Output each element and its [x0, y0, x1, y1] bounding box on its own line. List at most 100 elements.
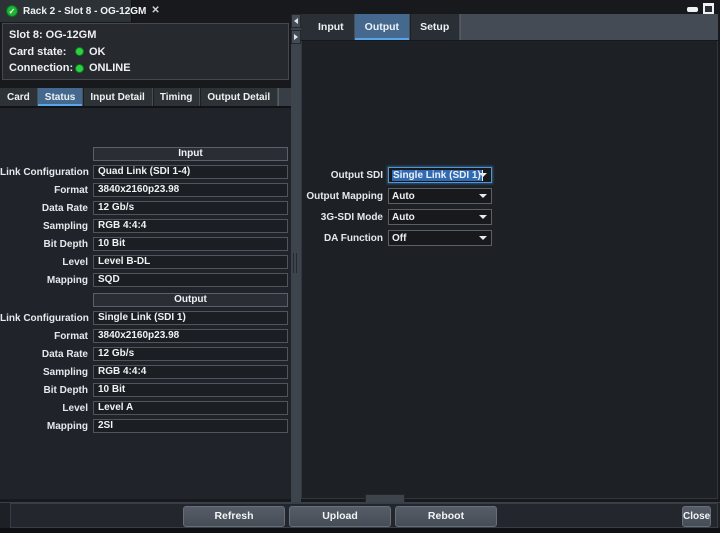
reboot-button[interactable]: Reboot [395, 506, 497, 527]
da-function-dropdown[interactable]: Off [388, 230, 492, 246]
close-button[interactable]: Close [682, 506, 711, 527]
field-label: Data Rate [0, 203, 88, 214]
table-row: Mapping SQD [0, 273, 290, 287]
field-value: 12 Gb/s [93, 347, 288, 361]
status-panel: Input Link Configuration Quad Link (SDI … [0, 107, 291, 499]
panel-splitter[interactable] [291, 14, 301, 502]
footer-bar: Refresh Upload Reboot Close [0, 502, 720, 528]
window-controls [687, 3, 714, 14]
table-row: Sampling RGB 4:4:4 [0, 365, 290, 379]
field-label: Sampling [0, 221, 88, 232]
output-form: Output SDI Single Link (SDI 1) Output Ma… [302, 167, 717, 251]
table-row: Format 3840x2160p23.98 [0, 329, 290, 343]
maximize-icon[interactable] [703, 3, 714, 14]
card-info-panel: Slot 8: OG-12GM Card state: OK Connectio… [2, 23, 289, 80]
tab-status[interactable]: Status [38, 88, 84, 106]
tab-output[interactable]: Output [355, 14, 410, 40]
field-label: Format [0, 185, 88, 196]
field-value: 2SI [93, 419, 288, 433]
dropdown-value: Auto [392, 212, 415, 223]
chevron-down-icon [479, 215, 487, 219]
form-row: DA Function Off [302, 230, 717, 246]
tab-setup[interactable]: Setup [410, 14, 460, 40]
window-bottom-edge [0, 528, 720, 533]
table-row: Mapping 2SI [0, 419, 290, 433]
upload-button[interactable]: Upload [289, 506, 391, 527]
field-label: 3G-SDI Mode [302, 212, 383, 223]
left-tabbar: Card Status Input Detail Timing Output D… [0, 88, 291, 107]
card-tab[interactable]: ✓ Rack 2 - Slot 8 - OG-12GM ✕ [0, 0, 132, 22]
output-mapping-dropdown[interactable]: Auto [388, 188, 492, 204]
field-label: Link Configuration [0, 313, 88, 324]
output-sdi-dropdown[interactable]: Single Link (SDI 1) [388, 167, 492, 183]
connection-label: Connection: [9, 62, 73, 74]
splitter-grip[interactable] [293, 253, 297, 273]
form-row: Output Mapping Auto [302, 188, 717, 204]
table-row: Level Level B-DL [0, 255, 290, 269]
collapse-left-button[interactable] [291, 14, 301, 28]
output-section-header: Output [93, 293, 288, 307]
field-value: 3840x2160p23.98 [93, 329, 288, 343]
minimize-icon[interactable] [687, 7, 698, 12]
table-row: Data Rate 12 Gb/s [0, 201, 290, 215]
field-value: 3840x2160p23.98 [93, 183, 288, 197]
field-label: Output SDI [302, 170, 383, 181]
slot-info: Slot 8: OG-12GM [9, 29, 282, 41]
settings-panel: Input Output Setup Output SDI Single Lin… [301, 14, 718, 499]
field-value: 10 Bit [93, 383, 288, 397]
tab-timing[interactable]: Timing [153, 88, 201, 106]
field-value: 10 Bit [93, 237, 288, 251]
field-value: Quad Link (SDI 1-4) [93, 165, 288, 179]
connection-value: ONLINE [89, 62, 131, 74]
card-state-ok-icon [75, 47, 84, 56]
field-value: Level B-DL [93, 255, 288, 269]
field-label: Level [0, 257, 88, 268]
table-row: Bit Depth 10 Bit [0, 237, 290, 251]
field-label: Data Rate [0, 349, 88, 360]
field-label: Sampling [0, 367, 88, 378]
table-row: Sampling RGB 4:4:4 [0, 219, 290, 233]
connection-online-icon [75, 64, 84, 73]
field-label: Mapping [0, 275, 88, 286]
card-state-label: Card state: [9, 46, 73, 58]
3g-sdi-mode-dropdown[interactable]: Auto [388, 209, 492, 225]
input-section-header: Input [93, 147, 288, 161]
field-label: Mapping [0, 421, 88, 432]
chevron-down-icon [479, 194, 487, 198]
card-ok-icon: ✓ [6, 5, 18, 17]
form-row: 3G-SDI Mode Auto [302, 209, 717, 225]
footer-grip[interactable] [365, 494, 405, 502]
field-label: DA Function [302, 233, 383, 244]
tab-input[interactable]: Input [308, 14, 355, 40]
dropdown-value: Off [392, 233, 406, 244]
chevron-down-icon [479, 236, 487, 240]
slot-label: Slot 8: OG-12GM [9, 29, 96, 41]
close-icon[interactable]: ✕ [151, 6, 159, 16]
field-label: Output Mapping [302, 191, 383, 202]
field-value: SQD [93, 273, 288, 287]
left-arrow-icon [294, 18, 298, 24]
form-row: Output SDI Single Link (SDI 1) [302, 167, 717, 183]
tab-input-detail[interactable]: Input Detail [83, 88, 152, 106]
table-row: Level Level A [0, 401, 290, 415]
collapse-right-button[interactable] [291, 30, 301, 44]
status-table: Input Link Configuration Quad Link (SDI … [0, 147, 290, 437]
tabbar-filler [278, 88, 291, 106]
table-row: Format 3840x2160p23.98 [0, 183, 290, 197]
tabbar-filler [460, 14, 718, 40]
refresh-button[interactable]: Refresh [183, 506, 285, 527]
right-tabbar: Input Output Setup [301, 14, 718, 41]
table-row: Data Rate 12 Gb/s [0, 347, 290, 361]
field-label: Level [0, 403, 88, 414]
card-state-row: Card state: OK [9, 46, 282, 58]
tab-output-detail[interactable]: Output Detail [200, 88, 278, 106]
field-value: Single Link (SDI 1) [93, 311, 288, 325]
field-label: Link Configuration [0, 167, 88, 178]
field-label: Format [0, 331, 88, 342]
tab-card[interactable]: Card [0, 88, 38, 106]
field-value: Level A [93, 401, 288, 415]
dropdown-value: Auto [392, 191, 415, 202]
connection-row: Connection: ONLINE [9, 62, 282, 74]
field-label: Bit Depth [0, 239, 88, 250]
output-settings-content: Output SDI Single Link (SDI 1) Output Ma… [301, 41, 718, 499]
